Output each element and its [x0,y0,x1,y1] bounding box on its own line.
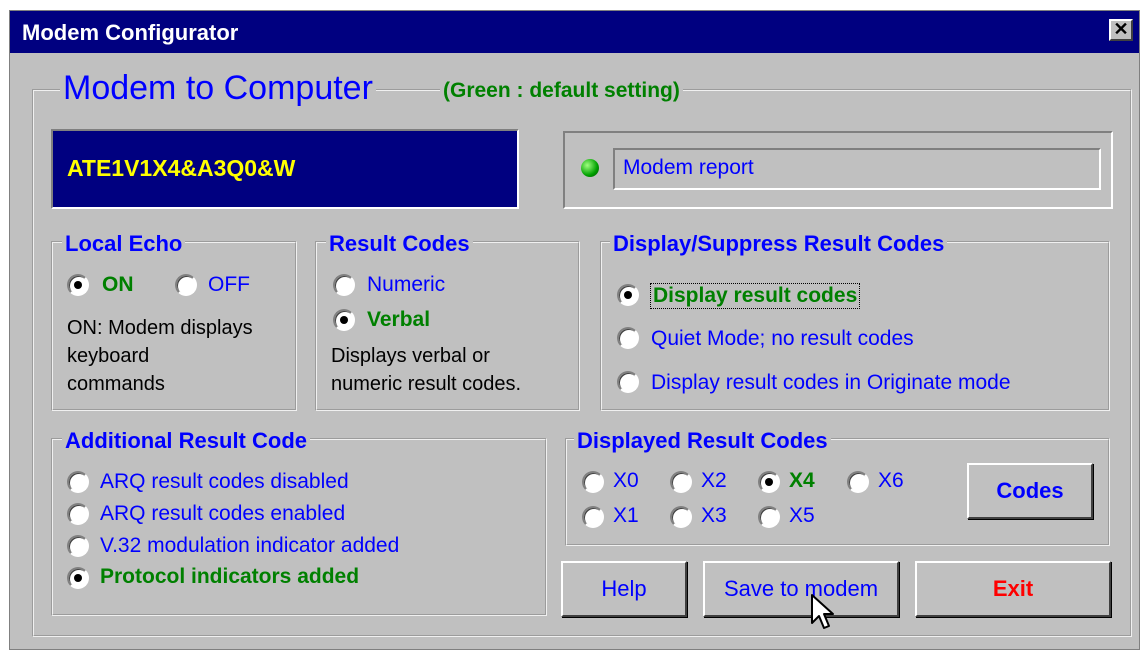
result-codes-desc-line: numeric result codes. [331,373,522,395]
protocol-indicators-label[interactable]: Protocol indicators added [100,565,359,589]
exit-button[interactable]: Exit [915,561,1111,617]
additional-result-code-group [51,438,547,616]
echo-off-radio[interactable] [175,274,197,296]
window-title: Modem Configurator [22,20,239,45]
verbal-radio[interactable] [333,309,355,331]
x0-radio[interactable] [582,471,604,493]
x6-label[interactable]: X6 [878,469,904,493]
numeric-label[interactable]: Numeric [367,273,445,297]
modem-report-label: Modem report [623,156,754,179]
x3-radio[interactable] [670,506,692,528]
v32-indicator-radio[interactable] [67,535,89,557]
modem-configurator-window: Modem Configurator ✕ Modem to Computer (… [9,10,1140,650]
green-led-icon [581,159,599,177]
title-bar[interactable]: Modem Configurator ✕ [10,11,1139,53]
x5-radio[interactable] [758,506,780,528]
numeric-radio[interactable] [333,274,355,296]
display-result-codes-radio[interactable] [617,284,639,306]
codes-button[interactable]: Codes [967,463,1093,519]
x4-radio[interactable] [758,471,780,493]
displayed-result-codes-legend: Displayed Result Codes [574,428,831,454]
command-string: ATE1V1X4&A3Q0&W [67,155,296,181]
x3-label[interactable]: X3 [701,504,727,528]
x1-label[interactable]: X1 [613,504,639,528]
arq-enabled-label[interactable]: ARQ result codes enabled [100,502,345,526]
echo-on-label[interactable]: ON [102,273,134,297]
verbal-label[interactable]: Verbal [367,308,430,332]
save-to-modem-button[interactable]: Save to modem [703,561,899,617]
quiet-mode-label[interactable]: Quiet Mode; no result codes [651,327,914,351]
section-title: Modem to Computer [60,69,376,108]
local-echo-desc-line: commands [67,373,165,395]
modem-report-panel: Modem report [563,131,1113,209]
result-codes-description: Displays verbal or numeric result codes. [331,342,521,398]
additional-result-code-legend: Additional Result Code [62,428,310,454]
local-echo-description: ON: Modem displays keyboard commands [67,314,253,398]
arq-enabled-radio[interactable] [67,503,89,525]
x2-radio[interactable] [670,471,692,493]
x4-label[interactable]: X4 [789,469,815,493]
modem-report-field: Modem report [613,148,1101,190]
display-suppress-legend: Display/Suppress Result Codes [610,231,948,257]
echo-on-radio[interactable] [67,274,89,296]
local-echo-desc-line: ON: Modem displays [67,317,253,339]
x2-label[interactable]: X2 [701,469,727,493]
local-echo-desc-line: keyboard [67,345,150,367]
arq-disabled-label[interactable]: ARQ result codes disabled [100,470,349,494]
originate-mode-label[interactable]: Display result codes in Originate mode [651,371,1011,395]
protocol-indicators-radio[interactable] [67,567,89,589]
x0-label[interactable]: X0 [613,469,639,493]
x1-radio[interactable] [582,506,604,528]
x5-label[interactable]: X5 [789,504,815,528]
mouse-cursor-icon [811,594,834,629]
close-button[interactable]: ✕ [1109,19,1133,41]
echo-off-label[interactable]: OFF [208,273,250,297]
arq-disabled-radio[interactable] [67,471,89,493]
originate-mode-radio[interactable] [617,371,639,393]
display-result-codes-label[interactable]: Display result codes [650,283,861,309]
result-codes-desc-line: Displays verbal or [331,345,490,367]
help-button[interactable]: Help [561,561,687,617]
quiet-mode-radio[interactable] [617,327,639,349]
result-codes-legend: Result Codes [326,231,473,257]
default-setting-note: (Green : default setting) [440,79,683,103]
v32-indicator-label[interactable]: V.32 modulation indicator added [100,534,399,558]
local-echo-legend: Local Echo [62,231,186,257]
command-string-display[interactable]: ATE1V1X4&A3Q0&W [51,129,519,209]
x6-radio[interactable] [847,471,869,493]
